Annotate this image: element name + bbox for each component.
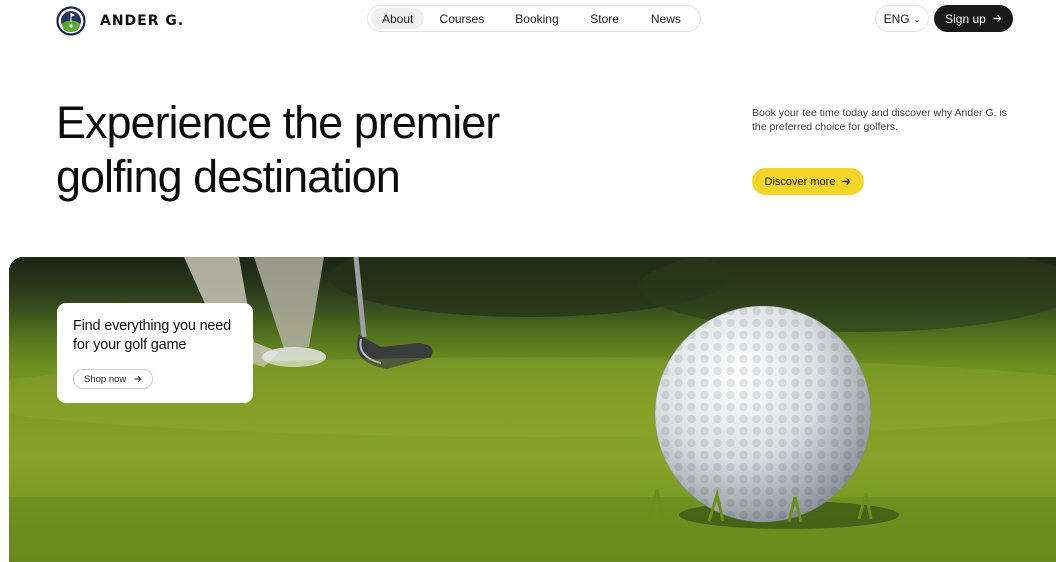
shop-promo-card: Find everything you need for your golf g… — [57, 303, 253, 403]
golf-badge-logo-icon — [56, 6, 86, 36]
nav-item-courses[interactable]: Courses — [424, 8, 499, 29]
nav-item-about[interactable]: About — [371, 8, 425, 29]
shop-now-button[interactable]: Shop now — [73, 369, 154, 389]
hero-title-line-2: golfing destination — [56, 151, 401, 202]
chevron-down-icon: ⌄ — [913, 14, 921, 24]
shop-now-label: Shop now — [84, 373, 127, 385]
discover-more-label: Discover more — [764, 175, 836, 188]
nav-item-store[interactable]: Store — [575, 8, 635, 29]
nav-item-booking[interactable]: Booking — [499, 8, 574, 29]
discover-more-button[interactable]: Discover more — [752, 168, 864, 195]
hero-title: Experience the premier golfing destinati… — [56, 96, 576, 204]
brand-logo[interactable]: ANDER G. — [56, 6, 184, 36]
promo-title: Find everything you need for your golf g… — [73, 318, 232, 353]
signup-button[interactable]: Sign up — [934, 5, 1013, 32]
arrow-right-icon — [134, 376, 142, 382]
language-label: ENG — [883, 11, 910, 26]
language-selector[interactable]: ENG ⌄ — [875, 5, 929, 32]
brand-name: ANDER G. — [100, 13, 185, 29]
signup-label: Sign up — [945, 11, 986, 26]
nav-item-news[interactable]: News — [635, 8, 697, 29]
arrow-right-icon — [993, 15, 1002, 22]
hero-description: Book your tee time today and discover wh… — [752, 107, 1008, 133]
arrow-right-icon — [842, 178, 851, 185]
hero-title-line-1: Experience the premier — [56, 97, 500, 148]
main-nav: About Courses Booking Store News — [367, 5, 701, 32]
